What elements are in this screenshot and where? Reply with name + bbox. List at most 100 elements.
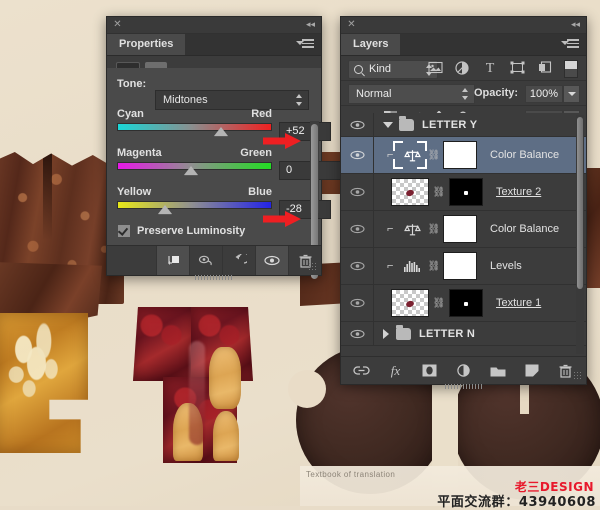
granola-letter-artwork xyxy=(0,313,88,453)
toggle-visibility-icon[interactable] xyxy=(349,327,365,341)
yellow-blue-knob[interactable] xyxy=(158,205,173,214)
layer-row-color-balance-selected[interactable]: ⌐ ⛓ Color Balance xyxy=(341,137,586,174)
link-mask-icon[interactable]: ⛓ xyxy=(433,185,446,199)
properties-dock-grip[interactable] xyxy=(195,275,233,280)
properties-panel[interactable]: ✕ ◂◂ Properties C. Tone: Midtones Cyan R… xyxy=(106,16,341,280)
opacity-value[interactable]: 100% xyxy=(525,85,563,103)
link-mask-icon[interactable]: ⛓ xyxy=(428,148,441,162)
close-icon[interactable]: ✕ xyxy=(347,20,356,30)
annotation-arrow-yellow-blue xyxy=(263,211,301,227)
layer-mask-thumbnail[interactable] xyxy=(443,252,477,280)
color-balance-icon[interactable] xyxy=(399,216,425,242)
layers-scroll-thumb[interactable] xyxy=(577,117,583,289)
magenta-green-track[interactable] xyxy=(117,162,272,175)
tab-properties[interactable]: Properties xyxy=(107,34,186,55)
chevron-down-icon[interactable] xyxy=(383,121,393,128)
tone-row: Tone: Midtones xyxy=(117,78,309,110)
layer-name: Levels xyxy=(490,260,522,272)
toggle-visibility-icon[interactable] xyxy=(349,259,365,273)
blend-mode-select[interactable]: Normal xyxy=(348,84,475,104)
layer-mask-thumbnail[interactable] xyxy=(449,178,483,206)
layer-filter-row: Kind T xyxy=(341,56,586,81)
clip-to-layer-icon[interactable] xyxy=(156,246,189,275)
new-layer-icon[interactable] xyxy=(523,362,540,379)
layer-row-texture-1[interactable]: ⛓ Texture 1 xyxy=(341,285,586,322)
watermark-bar: Textbook of translation 老三DESIGN 平面交流群：4… xyxy=(300,466,600,510)
new-adjustment-layer-icon[interactable] xyxy=(455,362,472,379)
preserve-luminosity-row[interactable]: Preserve Luminosity xyxy=(117,224,245,238)
properties-footer xyxy=(107,245,321,275)
collapse-icon[interactable]: ◂◂ xyxy=(306,20,315,29)
layer-mask-thumbnail[interactable] xyxy=(443,215,477,243)
filter-kind-select[interactable]: Kind xyxy=(348,60,438,79)
layer-name: Texture 2 xyxy=(496,186,542,198)
toggle-visibility-icon[interactable] xyxy=(349,148,365,162)
filter-toggle-icon[interactable] xyxy=(564,60,578,78)
layer-row-letter-n-group[interactable]: LETTER N xyxy=(341,322,586,346)
layer-row-color-balance-2[interactable]: ⌐ ⛓ Color Balance xyxy=(341,211,586,248)
layer-mask-thumbnail[interactable] xyxy=(449,289,483,317)
layer-row-texture-2[interactable]: ⛓ Texture 2 xyxy=(341,174,586,211)
column-divider xyxy=(373,322,374,345)
properties-tab-row: Properties xyxy=(107,34,321,56)
chevron-right-icon[interactable] xyxy=(383,328,389,339)
toggle-visibility-icon[interactable] xyxy=(349,185,365,199)
link-mask-icon[interactable]: ⛓ xyxy=(428,259,441,273)
layer-thumbnail[interactable] xyxy=(391,289,429,317)
layer-name: LETTER N xyxy=(419,327,476,340)
preserve-luminosity-checkbox[interactable] xyxy=(117,224,131,238)
toggle-previous-state-icon[interactable] xyxy=(189,246,222,275)
layers-dock-grip[interactable] xyxy=(444,384,483,389)
tone-select[interactable]: Midtones xyxy=(155,90,309,110)
filter-smart-object-icon[interactable] xyxy=(537,61,553,76)
close-icon[interactable]: ✕ xyxy=(113,20,122,30)
toggle-visibility-icon[interactable] xyxy=(349,118,365,132)
magenta-green-knob[interactable] xyxy=(184,166,199,175)
layer-row-letter-y-group[interactable]: LETTER Y xyxy=(341,113,586,137)
layers-list[interactable]: LETTER Y ⌐ ⛓ Color Balance ⛓ Texture 2 ⌐… xyxy=(341,113,586,356)
berry-gloss xyxy=(189,341,205,445)
delete-layer-icon[interactable] xyxy=(557,362,574,379)
resize-grip[interactable] xyxy=(573,371,583,381)
properties-titlebar: ✕ ◂◂ xyxy=(107,17,321,34)
clipping-mask-icon: ⌐ xyxy=(387,260,394,272)
layer-name: Color Balance xyxy=(490,223,560,235)
tone-stepper-icon[interactable] xyxy=(296,94,303,106)
link-mask-icon[interactable]: ⛓ xyxy=(433,296,446,310)
filter-shape-icon[interactable] xyxy=(509,61,525,76)
opacity-stepper-icon[interactable] xyxy=(563,85,580,103)
layers-panel[interactable]: ✕ ◂◂ Layers Kind T Normal Opacity: 100% … xyxy=(340,16,587,389)
link-layers-icon[interactable] xyxy=(353,362,370,379)
link-mask-icon[interactable]: ⛓ xyxy=(428,222,441,236)
cyan-red-knob[interactable] xyxy=(213,127,228,136)
layer-style-icon[interactable]: fx xyxy=(387,362,404,379)
panel-menu-icon[interactable] xyxy=(561,39,581,50)
cake-crumb-3 xyxy=(213,411,239,461)
layers-scrollbar[interactable] xyxy=(576,115,584,354)
column-divider xyxy=(373,248,374,284)
opacity-label: Opacity: xyxy=(474,87,519,99)
properties-scrollbar[interactable] xyxy=(310,121,319,279)
add-mask-icon[interactable] xyxy=(421,362,438,379)
toggle-visibility-icon[interactable] xyxy=(349,222,365,236)
folder-icon xyxy=(399,115,414,131)
blend-mode-stepper-icon[interactable] xyxy=(462,88,469,100)
berry-letter-y-artwork xyxy=(133,307,311,463)
panel-menu-icon[interactable] xyxy=(296,39,316,50)
yellow-blue-track[interactable] xyxy=(117,201,272,214)
resize-grip[interactable] xyxy=(308,262,318,272)
layer-thumbnail[interactable] xyxy=(391,178,429,206)
layer-mask-thumbnail[interactable] xyxy=(443,141,477,169)
filter-pixel-icon[interactable] xyxy=(427,61,443,76)
toggle-visibility-icon[interactable] xyxy=(255,246,288,275)
filter-adjustment-icon[interactable] xyxy=(454,61,470,76)
levels-icon[interactable] xyxy=(399,253,425,279)
cyan-red-track[interactable] xyxy=(117,123,272,136)
tab-layers[interactable]: Layers xyxy=(341,34,401,55)
collapse-icon[interactable]: ◂◂ xyxy=(571,20,580,29)
filter-type-icon[interactable]: T xyxy=(482,61,498,76)
toggle-visibility-icon[interactable] xyxy=(349,296,365,310)
layer-row-levels[interactable]: ⌐ ⛓ Levels xyxy=(341,248,586,285)
reset-icon[interactable] xyxy=(222,246,255,275)
new-group-icon[interactable] xyxy=(489,362,506,379)
